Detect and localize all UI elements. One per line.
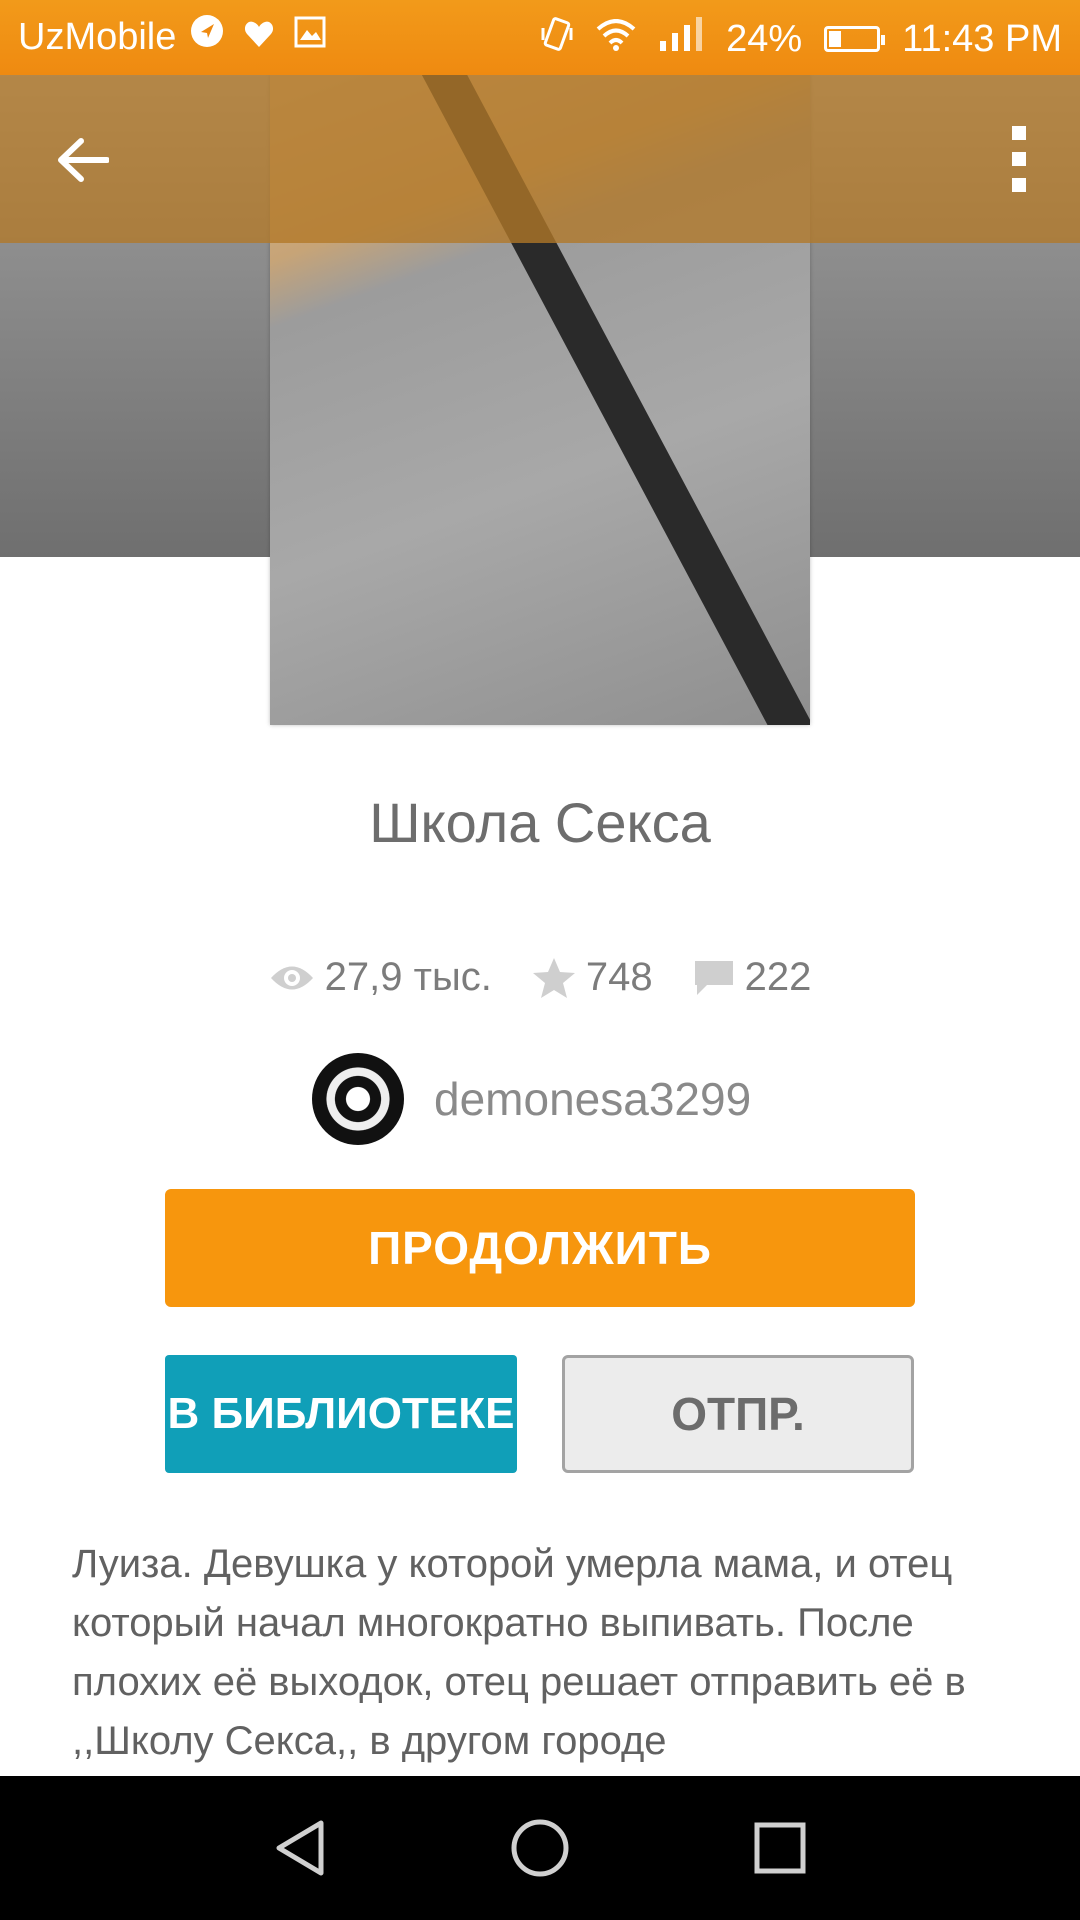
- story-title: Школа Секса: [369, 791, 711, 854]
- nav-recents-button[interactable]: [745, 1813, 815, 1883]
- wifi-icon: [596, 18, 636, 61]
- square-recents-icon: [754, 1822, 806, 1874]
- battery-percent: 24%: [726, 17, 803, 60]
- overflow-menu-button[interactable]: [990, 119, 1050, 199]
- story-description: Луиза. Девушка у которой умерла мама, и …: [72, 1542, 966, 1763]
- clock: 11:43 PM: [902, 17, 1062, 60]
- in-library-button[interactable]: В БИБЛИОТЕКЕ: [165, 1355, 517, 1473]
- send-button[interactable]: ОТПР.: [562, 1355, 914, 1473]
- votes-count: 748: [585, 955, 653, 999]
- back-button[interactable]: [48, 125, 118, 195]
- comments-stat: 222: [693, 955, 812, 1000]
- navigation-icon: [190, 14, 224, 58]
- circle-home-icon: [511, 1819, 569, 1877]
- signal-icon: [658, 17, 704, 61]
- star-icon: [532, 957, 575, 998]
- toolbar: [0, 75, 1080, 243]
- author-link[interactable]: demonesa3299: [312, 1053, 751, 1145]
- image-icon: [294, 15, 326, 58]
- nav-home-button[interactable]: [505, 1813, 575, 1883]
- views-stat: 27,9 тыс.: [269, 955, 492, 1000]
- nav-back-button[interactable]: [265, 1813, 335, 1883]
- carrier-name: UzMobile: [18, 16, 177, 58]
- heart-icon: [244, 15, 274, 58]
- votes-stat: 748: [532, 955, 653, 1000]
- views-count: 27,9 тыс.: [324, 955, 492, 999]
- status-bar: UzMobile 24% 11:43 PM: [0, 0, 1080, 75]
- story-stats: 27,9 тыс. 748 222: [0, 955, 1080, 1000]
- eye-icon: [270, 966, 313, 989]
- vibrate-icon: [540, 16, 574, 62]
- more-vert-icon: [1012, 126, 1026, 192]
- triangle-back-icon: [276, 1820, 324, 1876]
- avatar: [312, 1053, 404, 1145]
- continue-reading-button[interactable]: ПРОДОЛЖИТЬ: [165, 1189, 915, 1307]
- comment-icon: [694, 960, 733, 995]
- battery-icon: [824, 26, 886, 52]
- system-nav-bar: [0, 1776, 1080, 1920]
- comments-count: 222: [744, 955, 812, 999]
- author-name: demonesa3299: [434, 1073, 752, 1125]
- arrow-left-icon: [58, 138, 109, 182]
